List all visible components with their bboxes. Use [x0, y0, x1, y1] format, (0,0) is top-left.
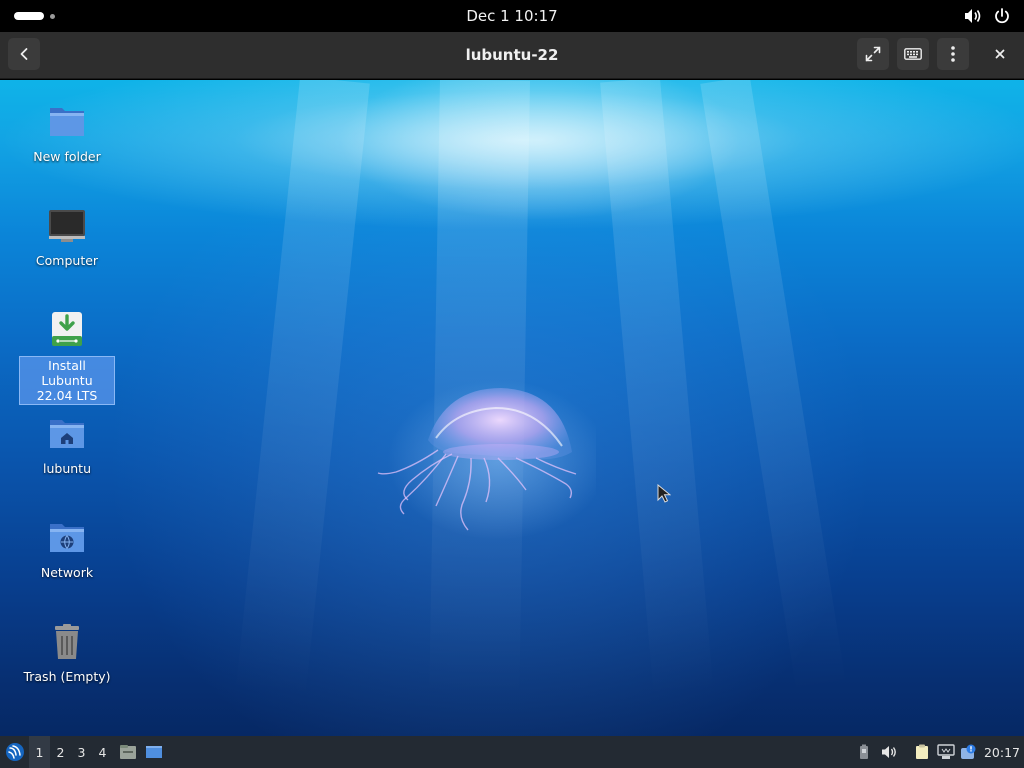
volume-icon	[882, 746, 896, 758]
workspace-3[interactable]: 3	[71, 736, 92, 768]
desktop-icon-install-lubuntu[interactable]: Install Lubuntu 22.04 LTS	[19, 310, 115, 405]
boxes-header-bar: lubuntu-22	[0, 32, 1024, 79]
menu-button[interactable]	[937, 38, 969, 70]
computer-icon	[49, 210, 85, 242]
volume-icon[interactable]	[964, 8, 982, 24]
send-keys-button[interactable]	[897, 38, 929, 70]
folder-icon	[50, 108, 84, 136]
power-icon[interactable]	[994, 8, 1010, 24]
file-manager-icon	[120, 745, 136, 759]
workspace-1[interactable]: 1	[29, 736, 50, 768]
update-notifier-icon	[961, 744, 976, 759]
desktop-icon-computer[interactable]: Computer	[19, 206, 115, 269]
desktop-icon-home[interactable]: lubuntu	[19, 414, 115, 477]
desktop-icon-trash[interactable]: Trash (Empty)	[19, 622, 115, 685]
jellyfish-image	[377, 380, 596, 540]
workspace-2[interactable]: 2	[50, 736, 71, 768]
desktop-icon-label: Install Lubuntu 22.04 LTS	[19, 356, 115, 405]
tray-network[interactable]	[935, 736, 957, 768]
tray-clipboard[interactable]	[912, 736, 932, 768]
desktop-icon-label: Network	[40, 565, 94, 580]
clipboard-icon	[916, 744, 928, 759]
close-button[interactable]	[984, 38, 1016, 70]
top-bar: Dec 1 10:17	[0, 0, 1024, 32]
network-icon	[50, 524, 84, 552]
tray-volume[interactable]	[878, 736, 900, 768]
keyboard-icon	[904, 48, 922, 60]
quicklaunch-file-manager[interactable]	[116, 736, 140, 768]
kebab-menu-icon	[951, 46, 955, 62]
installer-icon	[52, 312, 82, 346]
vm-display[interactable]: New folder Computer Install Lubuntu 22.0…	[0, 80, 1024, 768]
network-icon	[937, 744, 955, 759]
desktop-icon-label: lubuntu	[43, 461, 91, 476]
back-button[interactable]	[8, 38, 40, 70]
workspace-4[interactable]: 4	[92, 736, 113, 768]
desktop-icon-new-folder[interactable]: New folder	[19, 102, 115, 165]
top-bar-clock[interactable]: Dec 1 10:17	[466, 7, 557, 25]
workspace-dot	[50, 14, 55, 19]
window-title: lubuntu-22	[465, 46, 559, 64]
system-status-area[interactable]	[964, 7, 1010, 25]
tray-update-notifier[interactable]	[958, 736, 980, 768]
desktop-icon-network[interactable]: Network	[19, 518, 115, 581]
show-desktop-icon	[146, 746, 162, 758]
taskbar-clock[interactable]: 20:17	[984, 736, 1020, 768]
workspace-pill	[14, 12, 44, 20]
mouse-cursor	[657, 484, 671, 503]
back-icon	[20, 48, 28, 60]
fullscreen-button[interactable]	[857, 38, 889, 70]
trash-icon	[55, 624, 79, 659]
desktop-icon-label: New folder	[33, 149, 101, 164]
tray-battery[interactable]	[854, 736, 874, 768]
quicklaunch-show-desktop[interactable]	[142, 736, 166, 768]
desktop-icon-label: Trash (Empty)	[23, 669, 111, 684]
battery-icon	[860, 744, 868, 759]
close-icon	[995, 49, 1005, 59]
desktop-icon-label: Computer	[35, 253, 99, 268]
lxqt-taskbar: 1 2 3 4 20:17	[0, 736, 1024, 768]
activities-indicator[interactable]	[14, 11, 55, 21]
home-folder-icon	[50, 420, 84, 448]
main-menu-button[interactable]	[2, 736, 28, 768]
fullscreen-icon	[865, 46, 881, 62]
lubuntu-logo-icon	[6, 743, 24, 761]
